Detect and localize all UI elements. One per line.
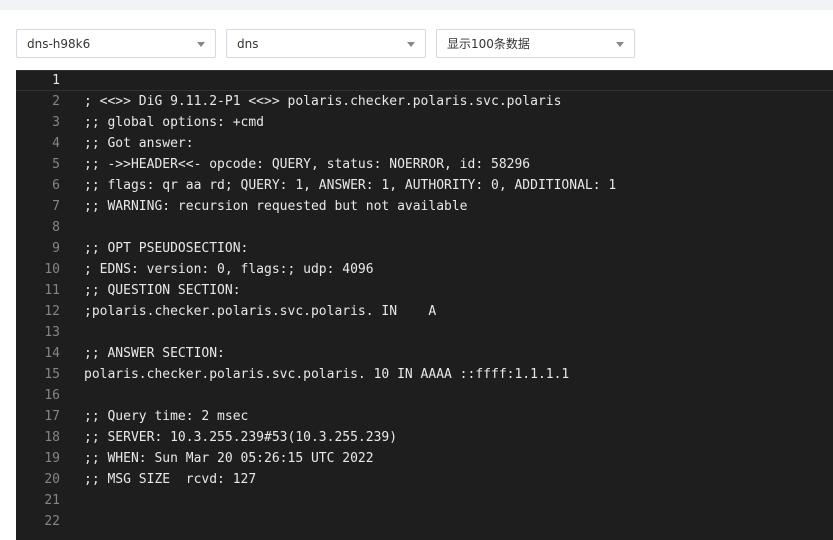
line-text: ; <<>> DiG 9.11.2-P1 <<>> polaris.checke… — [84, 94, 562, 109]
line-number: 16 — [44, 388, 60, 403]
container-select[interactable]: dns — [226, 29, 426, 58]
editor-line[interactable]: 22 — [16, 511, 833, 532]
line-number: 21 — [44, 493, 60, 508]
editor-line[interactable]: 18 ;; SERVER: 10.3.255.239#53(10.3.255.23… — [16, 427, 833, 448]
editor-line[interactable]: 13 — [16, 322, 833, 343]
editor-line[interactable]: 3 ;; global options: +cmd — [16, 112, 833, 133]
line-text: ;; global options: +cmd — [84, 115, 265, 130]
line-number: 18 — [44, 430, 60, 445]
pod-select-value: dns-h98k6 — [27, 36, 91, 51]
editor-line[interactable]: 9 ;; OPT PSEUDOSECTION: — [16, 238, 833, 259]
line-text: ; EDNS: version: 0, flags:; udp: 4096 — [84, 262, 374, 277]
line-text: ;; MSG SIZE rcvd: 127 — [84, 472, 257, 487]
line-text: ;; Query time: 2 msec — [84, 409, 249, 424]
line-text: ;; OPT PSEUDOSECTION: — [84, 241, 249, 256]
editor-line[interactable]: 12 ;polaris.checker.polaris.svc.polaris. … — [16, 301, 833, 322]
log-editor[interactable]: 1 2; <<>> DiG 9.11.2-P1 <<>> polaris.chec… — [16, 70, 833, 540]
editor-line[interactable]: 2 ; <<>> DiG 9.11.2-P1 <<>> polaris.check… — [16, 91, 833, 112]
line-number: 20 — [44, 472, 60, 487]
line-number: 12 — [44, 304, 60, 319]
line-number: 7 — [52, 199, 60, 214]
line-count-select-value: 显示100条数据 — [447, 37, 530, 51]
line-number: 19 — [44, 451, 60, 466]
line-text: ;polaris.checker.polaris.svc.polaris. IN… — [84, 304, 437, 319]
line-number: 22 — [44, 514, 60, 529]
line-number: 11 — [44, 283, 60, 298]
line-text: ;; flags: qr aa rd; QUERY: 1, ANSWER: 1,… — [84, 178, 617, 193]
line-text: ;; SERVER: 10.3.255.239#53(10.3.255.239) — [84, 430, 398, 445]
chevron-down-icon — [616, 42, 624, 47]
editor-line[interactable]: 1 — [16, 70, 833, 91]
line-number: 4 — [52, 136, 60, 151]
line-number: 1 — [52, 73, 60, 88]
line-text: ;; ANSWER SECTION: — [84, 346, 225, 361]
line-number: 10 — [44, 262, 60, 277]
line-text: ;; WARNING: recursion requested but not … — [84, 199, 468, 214]
editor-line[interactable]: 8 — [16, 217, 833, 238]
line-number: 2 — [52, 94, 60, 109]
editor-line[interactable]: 21 — [16, 490, 833, 511]
line-number: 13 — [44, 325, 60, 340]
editor-line[interactable]: 4 ;; Got answer: — [16, 133, 833, 154]
editor-line[interactable]: 19 ;; WHEN: Sun Mar 20 05:26:15 UTC 2022 — [16, 448, 833, 469]
container-select-value: dns — [237, 36, 259, 51]
chevron-down-icon — [197, 42, 205, 47]
line-count-select[interactable]: 显示100条数据 — [436, 29, 635, 58]
line-number: 3 — [52, 115, 60, 130]
editor-line[interactable]: 7 ;; WARNING: recursion requested but not… — [16, 196, 833, 217]
editor-line[interactable]: 17 ;; Query time: 2 msec — [16, 406, 833, 427]
line-number: 17 — [44, 409, 60, 424]
pod-select[interactable]: dns-h98k6 — [16, 29, 216, 58]
line-text: ;; WHEN: Sun Mar 20 05:26:15 UTC 2022 — [84, 451, 374, 466]
editor-line[interactable]: 16 — [16, 385, 833, 406]
editor-line[interactable]: 14 ;; ANSWER SECTION: — [16, 343, 833, 364]
editor-line[interactable]: 5 ;; ->>HEADER<<- opcode: QUERY, status: … — [16, 154, 833, 175]
line-number: 6 — [52, 178, 60, 193]
editor-line[interactable]: 15 polaris.checker.polaris.svc.polaris. 1… — [16, 364, 833, 385]
line-number: 9 — [52, 241, 60, 256]
line-text: ;; ->>HEADER<<- opcode: QUERY, status: N… — [84, 157, 531, 172]
chevron-down-icon — [407, 42, 415, 47]
line-text: ;; Got answer: — [84, 136, 194, 151]
line-number: 5 — [52, 157, 60, 172]
line-number: 15 — [44, 367, 60, 382]
top-band — [0, 0, 833, 10]
editor-line[interactable]: 10 ; EDNS: version: 0, flags:; udp: 4096 — [16, 259, 833, 280]
editor-line[interactable]: 6 ;; flags: qr aa rd; QUERY: 1, ANSWER: 1… — [16, 175, 833, 196]
line-number: 14 — [44, 346, 60, 361]
editor-line[interactable]: 11 ;; QUESTION SECTION: — [16, 280, 833, 301]
line-text: ;; QUESTION SECTION: — [84, 283, 241, 298]
line-text: polaris.checker.polaris.svc.polaris. 10 … — [84, 367, 570, 382]
editor-line[interactable]: 20 ;; MSG SIZE rcvd: 127 — [16, 469, 833, 490]
line-number: 8 — [52, 220, 60, 235]
